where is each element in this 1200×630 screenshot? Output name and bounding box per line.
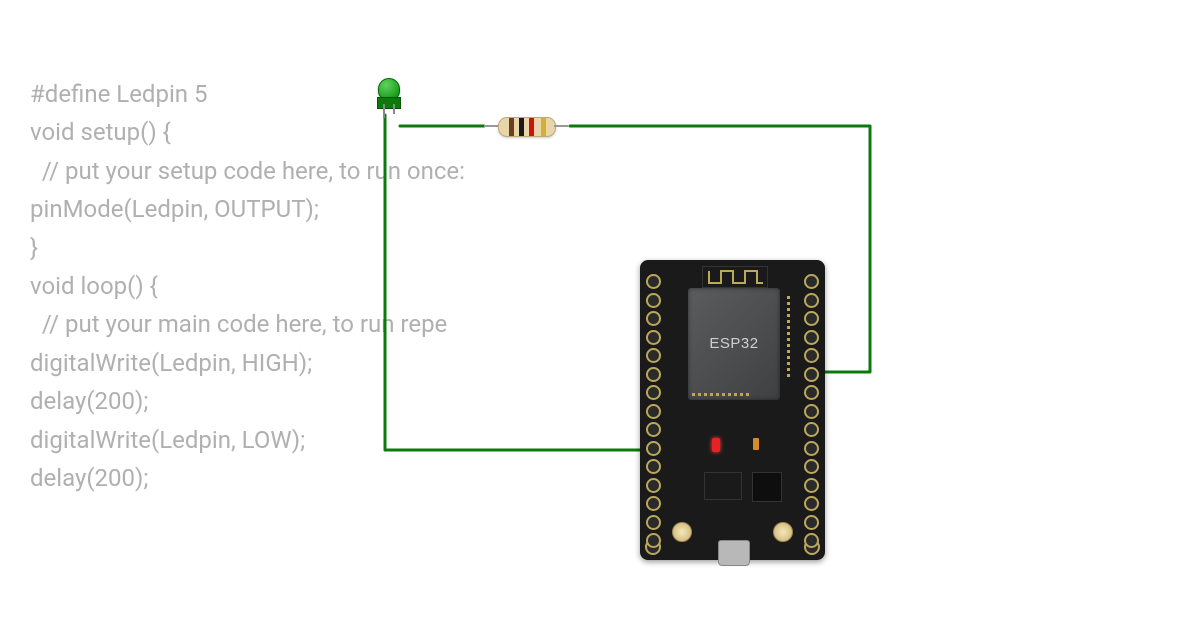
- led-component: [378, 78, 402, 118]
- resistor-body: [498, 117, 556, 137]
- resistor-band-3: [529, 118, 534, 136]
- led-cathode: [383, 104, 385, 118]
- resistor-lead: [554, 125, 568, 127]
- resistor-component: [486, 112, 566, 142]
- led-anode: [393, 104, 395, 114]
- shield-pads-right: [787, 296, 790, 377]
- voltage-regulator: [704, 472, 742, 500]
- boot-button: [672, 522, 692, 542]
- chip-label: ESP32: [688, 335, 780, 352]
- status-led-icon: [753, 438, 759, 450]
- pin-header-right: [804, 274, 819, 552]
- resistor-band-1: [509, 118, 514, 136]
- usb-port: [718, 540, 750, 566]
- esp32-board: ESP32: [640, 260, 825, 560]
- led-body: [377, 97, 401, 109]
- shield-pads-bottom: [692, 393, 749, 396]
- antenna: [702, 266, 768, 288]
- resistor-lead: [484, 125, 498, 127]
- esp32-shield: ESP32: [688, 288, 780, 400]
- resistor-band-4: [541, 118, 546, 136]
- pin-header-left: [646, 274, 661, 552]
- power-led-icon: [712, 438, 720, 452]
- en-button: [773, 522, 793, 542]
- usb-chip: [752, 472, 782, 502]
- circuit-wires: [0, 0, 1200, 630]
- resistor-band-2: [519, 118, 524, 136]
